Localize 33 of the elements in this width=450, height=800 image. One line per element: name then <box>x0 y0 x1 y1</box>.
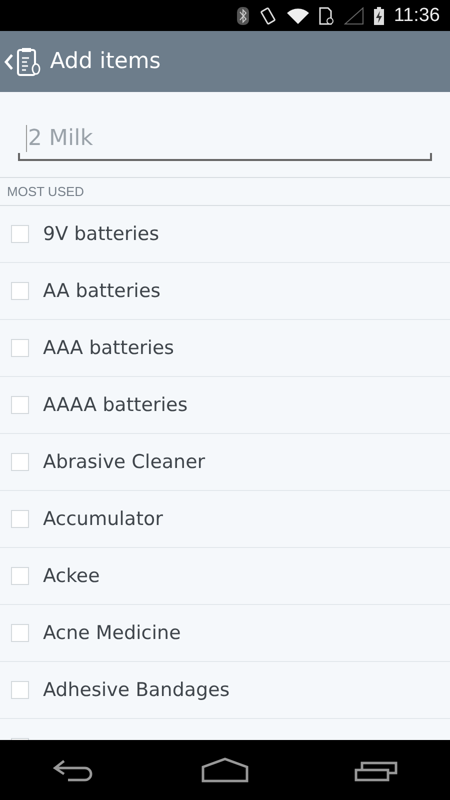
checkbox[interactable] <box>11 225 29 243</box>
checkbox[interactable] <box>11 396 29 414</box>
item-label[interactable]: AAA batteries <box>43 337 174 359</box>
checkbox[interactable] <box>11 339 29 357</box>
item-label[interactable]: Accumulator <box>43 508 163 530</box>
vibrate-icon <box>258 6 277 24</box>
checkbox[interactable] <box>11 282 29 300</box>
wifi-icon <box>286 8 309 24</box>
item-label[interactable]: Ackee <box>43 565 100 587</box>
item-label[interactable]: AAAA batteries <box>43 394 188 416</box>
item-label[interactable]: Abrasive Cleaner <box>43 451 206 473</box>
back-chevron-icon <box>4 52 14 70</box>
checkbox[interactable] <box>11 453 29 471</box>
sim-card-icon <box>318 6 334 24</box>
item-label[interactable]: Adhesive Bandages <box>43 679 230 701</box>
back-button[interactable] <box>4 46 42 76</box>
item-label[interactable]: AA batteries <box>43 280 161 302</box>
checkbox[interactable] <box>11 510 29 528</box>
item-label[interactable]: Acne Medicine <box>43 622 181 644</box>
item-label[interactable]: 9V batteries <box>43 223 160 245</box>
checkbox[interactable] <box>11 567 29 585</box>
home-nav-button[interactable] <box>200 757 249 783</box>
screen-title: Add items <box>50 49 161 74</box>
section-header: MOST USED <box>7 184 84 199</box>
bluetooth-icon <box>236 6 249 24</box>
clipboard-list-icon <box>16 46 42 76</box>
status-time: 11:36 <box>394 4 440 26</box>
checkbox[interactable] <box>11 681 29 699</box>
battery-charging-icon <box>374 6 384 24</box>
item-input-field[interactable]: 2 Milk <box>26 125 432 152</box>
home-icon <box>200 757 249 783</box>
signal-icon <box>344 6 364 24</box>
checkbox[interactable] <box>11 624 29 642</box>
